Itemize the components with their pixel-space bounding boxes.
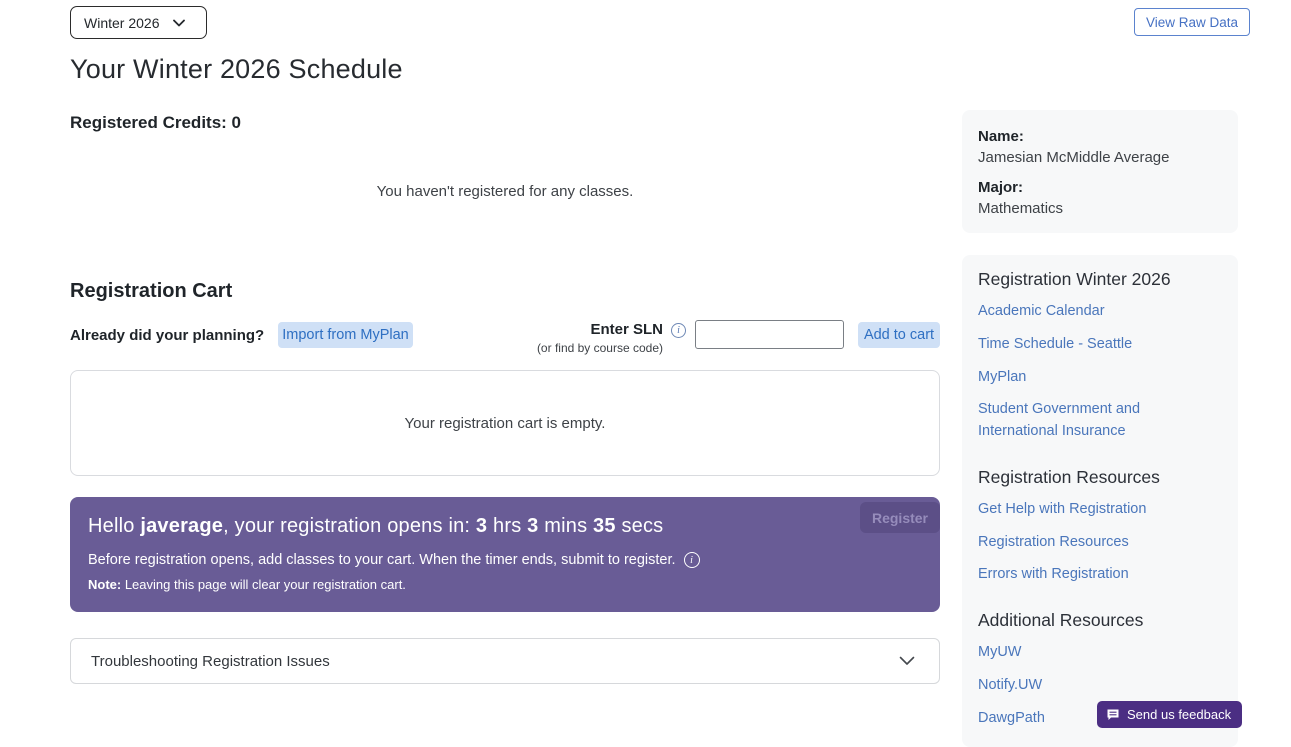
- major-label: Major:: [978, 179, 1222, 196]
- countdown-instructions: Before registration opens, add classes t…: [88, 552, 920, 568]
- page-title: Your Winter 2026 Schedule: [70, 54, 403, 85]
- sln-input[interactable]: [695, 320, 844, 349]
- troubleshooting-accordion[interactable]: Troubleshooting Registration Issues: [70, 638, 940, 684]
- view-raw-data-button[interactable]: View Raw Data: [1134, 8, 1250, 36]
- enter-sln-label: Enter SLN: [536, 321, 663, 338]
- registration-cart-empty-box: Your registration cart is empty.: [70, 370, 940, 476]
- empty-cart-message: Your registration cart is empty.: [405, 415, 606, 432]
- countdown-seconds: 35: [593, 515, 616, 537]
- sidebar-heading-registration-resources: Registration Resources: [978, 467, 1222, 488]
- student-info-panel: Name: Jamesian McMiddle Average Major: M…: [962, 110, 1238, 233]
- resources-panel: Registration Winter 2026 Academic Calend…: [962, 255, 1238, 747]
- planning-prompt: Already did your planning?: [70, 327, 264, 344]
- sidebar-link-student-government-insurance[interactable]: Student Government and International Ins…: [978, 399, 1222, 443]
- sidebar-heading-registration-winter: Registration Winter 2026: [978, 269, 1222, 290]
- sidebar-heading-additional-resources: Additional Resources: [978, 610, 1222, 631]
- countdown-minutes: 3: [527, 515, 538, 537]
- countdown-info-icon[interactable]: i: [684, 552, 700, 568]
- sidebar-link-academic-calendar[interactable]: Academic Calendar: [978, 301, 1222, 323]
- chat-icon: [1106, 708, 1120, 722]
- countdown-note: Note: Leaving this page will clear your …: [88, 577, 920, 592]
- countdown-message: Hello javerage, your registration opens …: [88, 515, 920, 538]
- chevron-down-icon: [173, 19, 185, 27]
- countdown-banner: Register Hello javerage, your registrati…: [70, 497, 940, 612]
- enter-sln-label-group: Enter SLN (or find by course code): [536, 321, 663, 355]
- import-from-myplan-button[interactable]: Import from MyPlan: [278, 322, 413, 348]
- countdown-hours: 3: [476, 515, 487, 537]
- no-classes-message: You haven't registered for any classes.: [70, 183, 940, 200]
- chevron-down-icon: [899, 653, 915, 670]
- term-selector[interactable]: Winter 2026: [70, 6, 207, 39]
- student-name: Jamesian McMiddle Average: [978, 149, 1222, 166]
- sidebar-link-notify-uw[interactable]: Notify.UW: [978, 675, 1222, 697]
- send-feedback-button[interactable]: Send us feedback: [1097, 701, 1242, 728]
- username: javerage: [140, 515, 223, 537]
- sidebar-link-myplan[interactable]: MyPlan: [978, 367, 1222, 389]
- troubleshooting-label: Troubleshooting Registration Issues: [91, 653, 330, 670]
- sidebar-link-errors-with-registration[interactable]: Errors with Registration: [978, 564, 1222, 586]
- sln-info-icon[interactable]: i: [671, 323, 686, 338]
- send-feedback-label: Send us feedback: [1127, 707, 1231, 722]
- student-major: Mathematics: [978, 200, 1222, 217]
- sidebar-link-get-help[interactable]: Get Help with Registration: [978, 499, 1222, 521]
- add-to-cart-button[interactable]: Add to cart: [858, 322, 940, 348]
- registration-cart-heading: Registration Cart: [70, 280, 232, 303]
- sln-sub-label: (or find by course code): [536, 341, 663, 355]
- term-selector-value: Winter 2026: [84, 15, 159, 31]
- register-button[interactable]: Register: [860, 502, 940, 533]
- sidebar-link-registration-resources[interactable]: Registration Resources: [978, 532, 1222, 554]
- registered-credits: Registered Credits: 0: [70, 113, 241, 133]
- sidebar-link-time-schedule[interactable]: Time Schedule - Seattle: [978, 334, 1222, 356]
- sidebar-link-myuw[interactable]: MyUW: [978, 642, 1222, 664]
- name-label: Name:: [978, 128, 1222, 145]
